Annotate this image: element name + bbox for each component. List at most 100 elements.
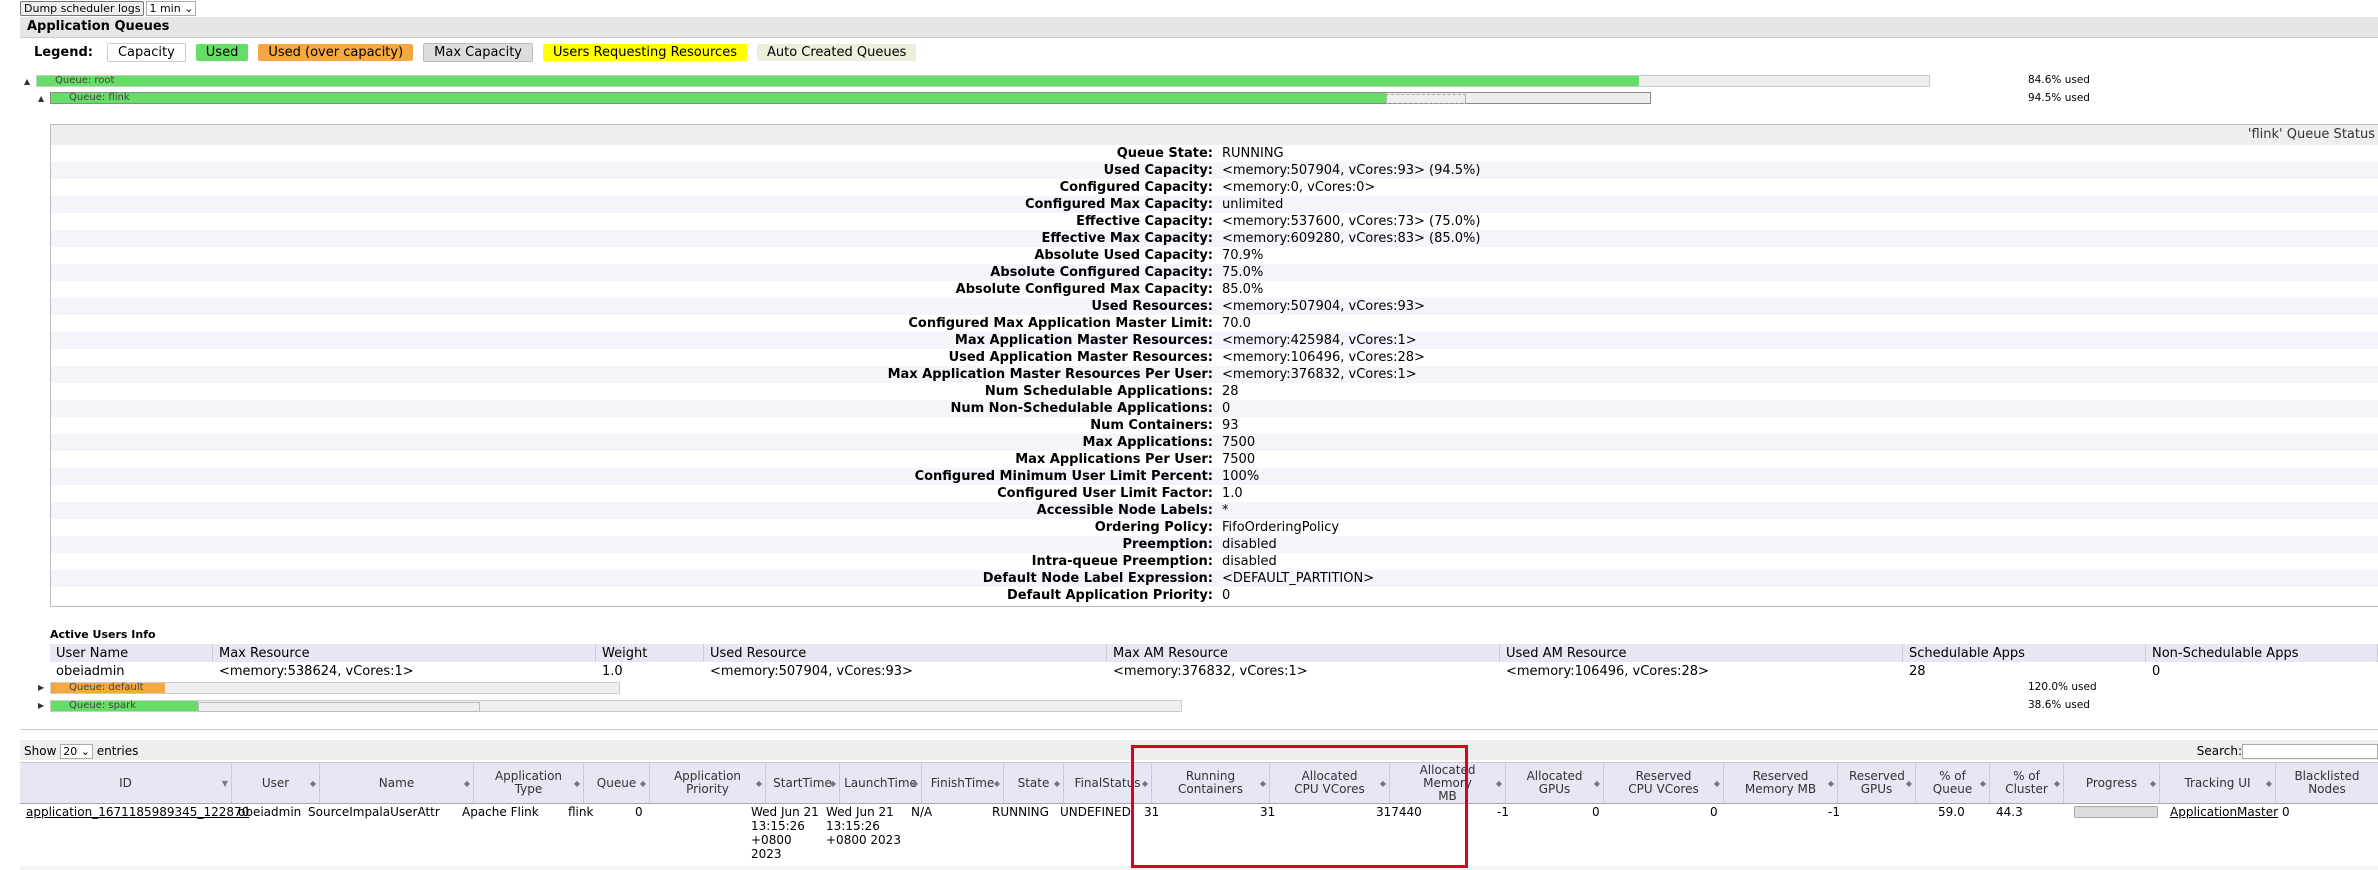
sort-icon: ◆ [309, 778, 316, 788]
application-queues-title: Application Queues [27, 19, 170, 34]
col-start-time[interactable]: StartTime ◆ [766, 763, 840, 803]
search-box: Search: [2197, 744, 2378, 759]
status-value: * [1222, 503, 1229, 518]
sort-icon: ◆ [1905, 778, 1912, 788]
expand-flink-icon[interactable]: ▲ [38, 94, 44, 103]
col-max-resource: Max Resource [212, 644, 596, 662]
col-blacklisted-nodes[interactable]: Blacklisted Nodes [2276, 763, 2378, 803]
status-value: <memory:0, vCores:0> [1222, 180, 1376, 195]
status-value: 70.9% [1222, 248, 1264, 263]
entries-select[interactable]: 20 ⌄ [60, 744, 93, 759]
queue-root-label: Queue: root [55, 75, 115, 86]
queue-flink-label: Queue: flink [69, 92, 130, 103]
status-row: Used Resources: <memory:507904, vCores:93… [51, 298, 2378, 315]
col-user[interactable]: User ◆ [232, 763, 320, 803]
col-pct-queue[interactable]: % of Queue ◆ [1916, 763, 1990, 803]
queue-spark-capacity-marker [198, 702, 480, 712]
col-tracking-ui-label: Tracking UI [2184, 775, 2251, 790]
col-id[interactable]: ID ▼ [20, 763, 232, 803]
status-row: Default Application Priority: 0 [51, 587, 2378, 604]
status-value: <memory:507904, vCores:93> [1222, 299, 1425, 314]
status-row: Num Containers: 93 [51, 417, 2378, 434]
status-value: <memory:537600, vCores:73> (75.0%) [1222, 214, 1481, 229]
status-value: 28 [1222, 384, 1239, 399]
app-queue: flink [568, 805, 594, 819]
legend-users-requesting: Users Requesting Resources [543, 43, 747, 61]
user-name-cell: obeiadmin [50, 662, 213, 680]
status-key: Max Application Master Resources Per Use… [887, 367, 1213, 382]
col-name[interactable]: Name ◆ [320, 763, 474, 803]
entries-count: 20 [63, 745, 78, 758]
expand-root-icon[interactable]: ▲ [24, 77, 30, 86]
col-launch-time[interactable]: LaunchTime ◆ [840, 763, 922, 803]
queue-status-header [51, 125, 2378, 145]
col-allocated-gpus[interactable]: Allocated GPUs ◆ [1506, 763, 1604, 803]
status-row: Used Application Master Resources: <memor… [51, 349, 2378, 366]
app-reserved-vcores: 0 [1592, 805, 1600, 819]
status-key: Max Application Master Resources: [954, 333, 1213, 348]
top-toolbar: Dump scheduler logs 1 min ⌄ [20, 0, 197, 16]
status-key: Num Containers: [1090, 418, 1213, 433]
status-key: Configured Capacity: [1059, 180, 1213, 195]
status-row: Effective Capacity: <memory:537600, vCore… [51, 213, 2378, 230]
col-reserved-gpus[interactable]: Reserved GPUs ◆ [1838, 763, 1916, 803]
col-progress[interactable]: Progress ◆ [2064, 763, 2160, 803]
col-queue[interactable]: Queue ◆ [584, 763, 650, 803]
app-start-time: Wed Jun 21 13:15:26 +0800 2023 [751, 805, 819, 861]
status-row: Max Applications Per User: 7500 [51, 451, 2378, 468]
expand-spark-icon[interactable]: ▶ [38, 701, 44, 710]
sort-icon: ◆ [1053, 778, 1060, 788]
status-row: Max Applications: 7500 [51, 434, 2378, 451]
search-input[interactable] [2242, 744, 2378, 759]
col-reserved-cpu[interactable]: Reserved CPU VCores ◆ [1604, 763, 1724, 803]
tracking-ui-link[interactable]: ApplicationMaster [2170, 805, 2278, 819]
col-pct-cluster[interactable]: % of Cluster ◆ [1990, 763, 2064, 803]
show-label: Show [24, 744, 57, 758]
col-state[interactable]: State ◆ [1004, 763, 1064, 803]
status-row: Absolute Configured Max Capacity: 85.0% [51, 281, 2378, 298]
status-value: 70.0 [1222, 316, 1251, 331]
app-launch-time: Wed Jun 21 13:15:26 +0800 2023 [826, 805, 901, 847]
legend-used: Used [195, 43, 249, 61]
dump-scheduler-logs-button[interactable]: Dump scheduler logs [20, 0, 145, 16]
status-row: Default Node Label Expression: <DEFAULT_P… [51, 570, 2378, 587]
col-schedulable-apps: Schedulable Apps [1902, 644, 2146, 662]
app-blacklisted-nodes: 0 [2282, 805, 2290, 819]
status-row: Configured User Limit Factor: 1.0 [51, 485, 2378, 502]
status-row: Intra-queue Preemption: disabled [51, 553, 2378, 570]
legend-max-capacity: Max Capacity [423, 42, 533, 62]
status-row: Preemption: disabled [51, 536, 2378, 553]
queue-default-bar[interactable]: Queue: default [50, 682, 620, 694]
schedulable-apps-cell: 28 [1902, 662, 2146, 680]
application-queues-header: Application Queues [20, 17, 2378, 38]
col-app-priority[interactable]: Application Priority ◆ [650, 763, 766, 803]
status-key: Max Applications Per User: [1015, 452, 1213, 467]
status-key: Configured Max Application Master Limit: [908, 316, 1213, 331]
app-type: Apache Flink [462, 805, 539, 819]
queue-root-bar[interactable]: Queue: root [36, 75, 1930, 87]
col-finish-time[interactable]: FinishTime ◆ [922, 763, 1004, 803]
expand-default-icon[interactable]: ▶ [38, 683, 44, 692]
col-reserved-cpu-label: Reserved CPU VCores [1628, 769, 1699, 796]
col-app-type[interactable]: Application Type ◆ [474, 763, 584, 803]
col-progress-label: Progress [2085, 775, 2138, 790]
status-key: Used Resources: [1091, 299, 1213, 314]
status-key: Queue State: [1116, 146, 1213, 161]
col-reserved-memory[interactable]: Reserved Memory MB ◆ [1724, 763, 1838, 803]
status-row: Absolute Configured Capacity: 75.0% [51, 264, 2378, 281]
queue-spark-bar[interactable]: Queue: spark [50, 700, 1182, 712]
sort-icon: ◆ [911, 778, 918, 788]
col-used-am-resource: Used AM Resource [1499, 644, 1903, 662]
interval-select[interactable]: 1 min ⌄ [146, 0, 197, 16]
queue-root-used: 84.6% used [2028, 74, 2090, 86]
status-value: <memory:609280, vCores:83> (85.0%) [1222, 231, 1481, 246]
col-tracking-ui[interactable]: Tracking UI ◆ [2160, 763, 2276, 803]
non-schedulable-apps-cell: 0 [2145, 662, 2378, 680]
col-pct-cluster-label: % of Cluster [2005, 769, 2048, 796]
col-max-am-resource: Max AM Resource [1106, 644, 1500, 662]
app-reserved-memory: 0 [1710, 805, 1718, 819]
status-row: Configured Max Capacity: unlimited [51, 196, 2378, 213]
app-id-link[interactable]: application_1671185989345_122870 [26, 805, 249, 819]
highlight-box [1131, 745, 1468, 868]
queue-flink-bar[interactable]: Queue: flink [50, 92, 1651, 104]
